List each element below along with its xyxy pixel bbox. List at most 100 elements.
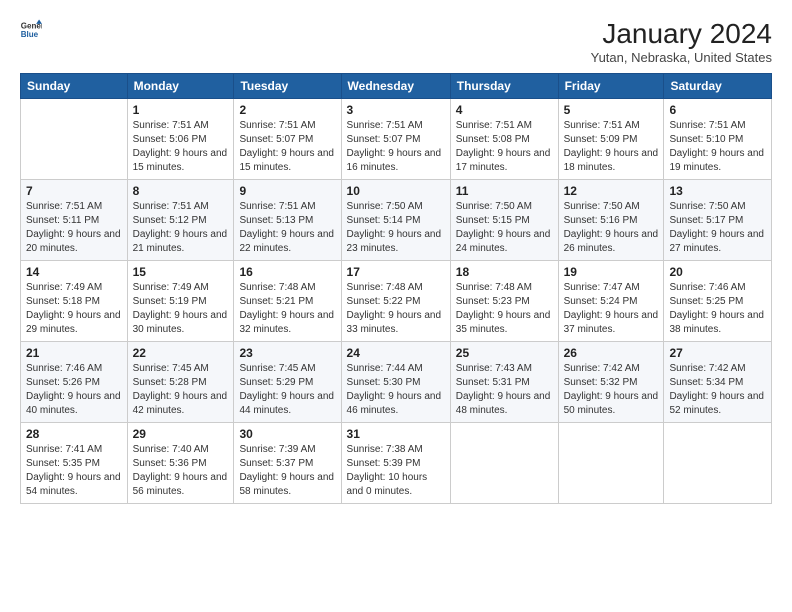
- day-info: Sunrise: 7:51 AMSunset: 5:09 PMDaylight:…: [564, 120, 659, 173]
- day-number: 31: [347, 427, 445, 441]
- table-row: 14 Sunrise: 7:49 AMSunset: 5:18 PMDaylig…: [21, 261, 128, 342]
- day-info: Sunrise: 7:40 AMSunset: 5:36 PMDaylight:…: [133, 444, 228, 497]
- day-number: 23: [239, 346, 335, 360]
- day-info: Sunrise: 7:51 AMSunset: 5:12 PMDaylight:…: [133, 201, 228, 254]
- table-row: 6 Sunrise: 7:51 AMSunset: 5:10 PMDayligh…: [664, 99, 772, 180]
- day-number: 25: [456, 346, 553, 360]
- table-row: [450, 423, 558, 504]
- day-info: Sunrise: 7:50 AMSunset: 5:16 PMDaylight:…: [564, 201, 659, 254]
- location: Yutan, Nebraska, United States: [591, 50, 772, 65]
- day-number: 6: [669, 103, 766, 117]
- day-info: Sunrise: 7:48 AMSunset: 5:22 PMDaylight:…: [347, 282, 442, 335]
- table-row: 28 Sunrise: 7:41 AMSunset: 5:35 PMDaylig…: [21, 423, 128, 504]
- day-info: Sunrise: 7:43 AMSunset: 5:31 PMDaylight:…: [456, 363, 551, 416]
- day-info: Sunrise: 7:49 AMSunset: 5:19 PMDaylight:…: [133, 282, 228, 335]
- table-row: 19 Sunrise: 7:47 AMSunset: 5:24 PMDaylig…: [558, 261, 664, 342]
- header-saturday: Saturday: [664, 74, 772, 99]
- day-number: 19: [564, 265, 659, 279]
- table-row: 18 Sunrise: 7:48 AMSunset: 5:23 PMDaylig…: [450, 261, 558, 342]
- day-info: Sunrise: 7:44 AMSunset: 5:30 PMDaylight:…: [347, 363, 442, 416]
- table-row: 9 Sunrise: 7:51 AMSunset: 5:13 PMDayligh…: [234, 180, 341, 261]
- day-number: 8: [133, 184, 229, 198]
- day-info: Sunrise: 7:46 AMSunset: 5:25 PMDaylight:…: [669, 282, 764, 335]
- day-info: Sunrise: 7:49 AMSunset: 5:18 PMDaylight:…: [26, 282, 121, 335]
- day-number: 4: [456, 103, 553, 117]
- day-number: 13: [669, 184, 766, 198]
- day-number: 1: [133, 103, 229, 117]
- header-sunday: Sunday: [21, 74, 128, 99]
- table-row: 30 Sunrise: 7:39 AMSunset: 5:37 PMDaylig…: [234, 423, 341, 504]
- day-number: 7: [26, 184, 122, 198]
- day-info: Sunrise: 7:47 AMSunset: 5:24 PMDaylight:…: [564, 282, 659, 335]
- table-row: 8 Sunrise: 7:51 AMSunset: 5:12 PMDayligh…: [127, 180, 234, 261]
- header-monday: Monday: [127, 74, 234, 99]
- header-tuesday: Tuesday: [234, 74, 341, 99]
- table-row: 22 Sunrise: 7:45 AMSunset: 5:28 PMDaylig…: [127, 342, 234, 423]
- day-number: 22: [133, 346, 229, 360]
- day-info: Sunrise: 7:48 AMSunset: 5:23 PMDaylight:…: [456, 282, 551, 335]
- calendar-week-row: 28 Sunrise: 7:41 AMSunset: 5:35 PMDaylig…: [21, 423, 772, 504]
- day-number: 27: [669, 346, 766, 360]
- table-row: 10 Sunrise: 7:50 AMSunset: 5:14 PMDaylig…: [341, 180, 450, 261]
- day-number: 10: [347, 184, 445, 198]
- table-row: 26 Sunrise: 7:42 AMSunset: 5:32 PMDaylig…: [558, 342, 664, 423]
- table-row: 2 Sunrise: 7:51 AMSunset: 5:07 PMDayligh…: [234, 99, 341, 180]
- table-row: 17 Sunrise: 7:48 AMSunset: 5:22 PMDaylig…: [341, 261, 450, 342]
- table-row: 23 Sunrise: 7:45 AMSunset: 5:29 PMDaylig…: [234, 342, 341, 423]
- calendar-week-row: 7 Sunrise: 7:51 AMSunset: 5:11 PMDayligh…: [21, 180, 772, 261]
- day-number: 16: [239, 265, 335, 279]
- table-row: 3 Sunrise: 7:51 AMSunset: 5:07 PMDayligh…: [341, 99, 450, 180]
- day-number: 11: [456, 184, 553, 198]
- day-number: 5: [564, 103, 659, 117]
- calendar-week-row: 14 Sunrise: 7:49 AMSunset: 5:18 PMDaylig…: [21, 261, 772, 342]
- day-number: 20: [669, 265, 766, 279]
- table-row: 20 Sunrise: 7:46 AMSunset: 5:25 PMDaylig…: [664, 261, 772, 342]
- table-row: 21 Sunrise: 7:46 AMSunset: 5:26 PMDaylig…: [21, 342, 128, 423]
- day-info: Sunrise: 7:51 AMSunset: 5:06 PMDaylight:…: [133, 120, 228, 173]
- day-info: Sunrise: 7:50 AMSunset: 5:15 PMDaylight:…: [456, 201, 551, 254]
- day-info: Sunrise: 7:51 AMSunset: 5:13 PMDaylight:…: [239, 201, 334, 254]
- table-row: 11 Sunrise: 7:50 AMSunset: 5:15 PMDaylig…: [450, 180, 558, 261]
- day-info: Sunrise: 7:51 AMSunset: 5:10 PMDaylight:…: [669, 120, 764, 173]
- table-row: [21, 99, 128, 180]
- header-thursday: Thursday: [450, 74, 558, 99]
- header-friday: Friday: [558, 74, 664, 99]
- header-wednesday: Wednesday: [341, 74, 450, 99]
- day-info: Sunrise: 7:50 AMSunset: 5:14 PMDaylight:…: [347, 201, 442, 254]
- calendar-table: Sunday Monday Tuesday Wednesday Thursday…: [20, 73, 772, 504]
- day-number: 15: [133, 265, 229, 279]
- day-number: 28: [26, 427, 122, 441]
- day-number: 9: [239, 184, 335, 198]
- table-row: 5 Sunrise: 7:51 AMSunset: 5:09 PMDayligh…: [558, 99, 664, 180]
- table-row: 25 Sunrise: 7:43 AMSunset: 5:31 PMDaylig…: [450, 342, 558, 423]
- day-number: 24: [347, 346, 445, 360]
- day-info: Sunrise: 7:39 AMSunset: 5:37 PMDaylight:…: [239, 444, 334, 497]
- table-row: 27 Sunrise: 7:42 AMSunset: 5:34 PMDaylig…: [664, 342, 772, 423]
- day-number: 29: [133, 427, 229, 441]
- svg-text:Blue: Blue: [21, 30, 39, 39]
- day-info: Sunrise: 7:41 AMSunset: 5:35 PMDaylight:…: [26, 444, 121, 497]
- table-row: 31 Sunrise: 7:38 AMSunset: 5:39 PMDaylig…: [341, 423, 450, 504]
- table-row: 4 Sunrise: 7:51 AMSunset: 5:08 PMDayligh…: [450, 99, 558, 180]
- day-number: 17: [347, 265, 445, 279]
- title-block: January 2024 Yutan, Nebraska, United Sta…: [591, 18, 772, 65]
- weekday-header-row: Sunday Monday Tuesday Wednesday Thursday…: [21, 74, 772, 99]
- table-row: 12 Sunrise: 7:50 AMSunset: 5:16 PMDaylig…: [558, 180, 664, 261]
- table-row: 13 Sunrise: 7:50 AMSunset: 5:17 PMDaylig…: [664, 180, 772, 261]
- day-number: 14: [26, 265, 122, 279]
- month-title: January 2024: [591, 18, 772, 50]
- day-info: Sunrise: 7:46 AMSunset: 5:26 PMDaylight:…: [26, 363, 121, 416]
- calendar-page: General Blue January 2024 Yutan, Nebrask…: [0, 0, 792, 612]
- table-row: 1 Sunrise: 7:51 AMSunset: 5:06 PMDayligh…: [127, 99, 234, 180]
- day-number: 12: [564, 184, 659, 198]
- day-info: Sunrise: 7:45 AMSunset: 5:28 PMDaylight:…: [133, 363, 228, 416]
- table-row: 24 Sunrise: 7:44 AMSunset: 5:30 PMDaylig…: [341, 342, 450, 423]
- day-info: Sunrise: 7:51 AMSunset: 5:07 PMDaylight:…: [347, 120, 442, 173]
- day-info: Sunrise: 7:38 AMSunset: 5:39 PMDaylight:…: [347, 444, 428, 497]
- table-row: 16 Sunrise: 7:48 AMSunset: 5:21 PMDaylig…: [234, 261, 341, 342]
- day-number: 3: [347, 103, 445, 117]
- calendar-week-row: 21 Sunrise: 7:46 AMSunset: 5:26 PMDaylig…: [21, 342, 772, 423]
- day-info: Sunrise: 7:51 AMSunset: 5:07 PMDaylight:…: [239, 120, 334, 173]
- day-info: Sunrise: 7:45 AMSunset: 5:29 PMDaylight:…: [239, 363, 334, 416]
- day-info: Sunrise: 7:48 AMSunset: 5:21 PMDaylight:…: [239, 282, 334, 335]
